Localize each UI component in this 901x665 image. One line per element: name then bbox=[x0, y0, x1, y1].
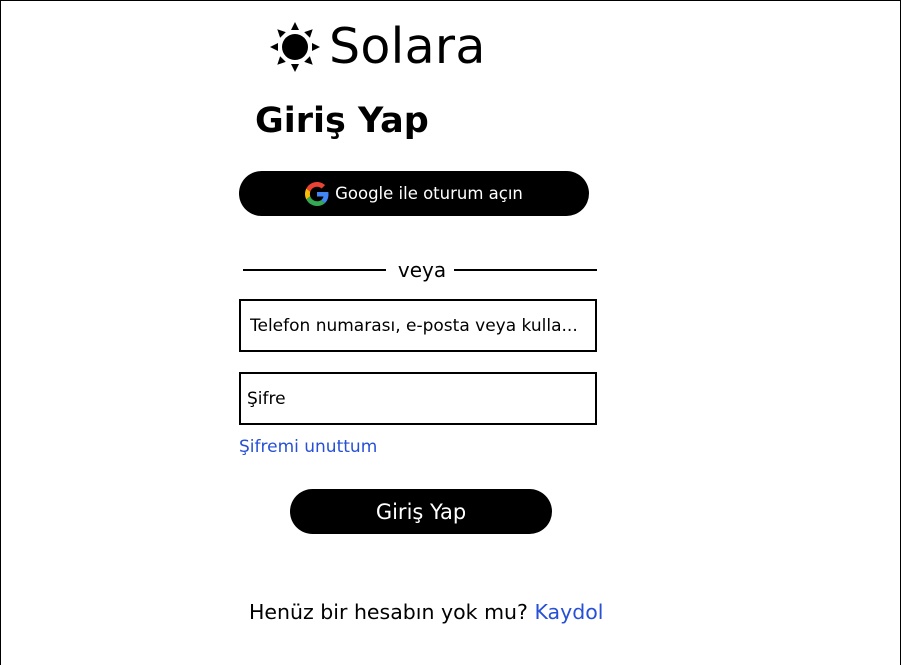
signup-link[interactable]: Kaydol bbox=[534, 600, 603, 624]
google-signin-button[interactable]: Google ile oturum açın bbox=[239, 171, 589, 216]
divider-line-right bbox=[454, 269, 598, 271]
brand-logo: Solara bbox=[268, 18, 486, 76]
divider-text: veya bbox=[397, 258, 447, 282]
sun-icon bbox=[270, 22, 320, 72]
page-title: Giriş Yap bbox=[255, 101, 429, 141]
signup-prompt-text: Henüz bir hesabın yok mu? bbox=[249, 600, 528, 624]
google-icon bbox=[305, 181, 329, 206]
password-input[interactable] bbox=[239, 372, 597, 425]
google-signin-label: Google ile oturum açın bbox=[335, 183, 523, 203]
divider-line-left bbox=[243, 269, 386, 271]
login-button[interactable]: Giriş Yap bbox=[290, 489, 552, 534]
signup-prompt-row: Henüz bir hesabın yok mu? Kaydol bbox=[249, 598, 603, 626]
or-divider: veya bbox=[243, 257, 598, 283]
brand-name: Solara bbox=[329, 18, 486, 75]
username-input[interactable] bbox=[239, 299, 597, 352]
forgot-password-link[interactable]: Şifremi unuttum bbox=[239, 435, 377, 459]
